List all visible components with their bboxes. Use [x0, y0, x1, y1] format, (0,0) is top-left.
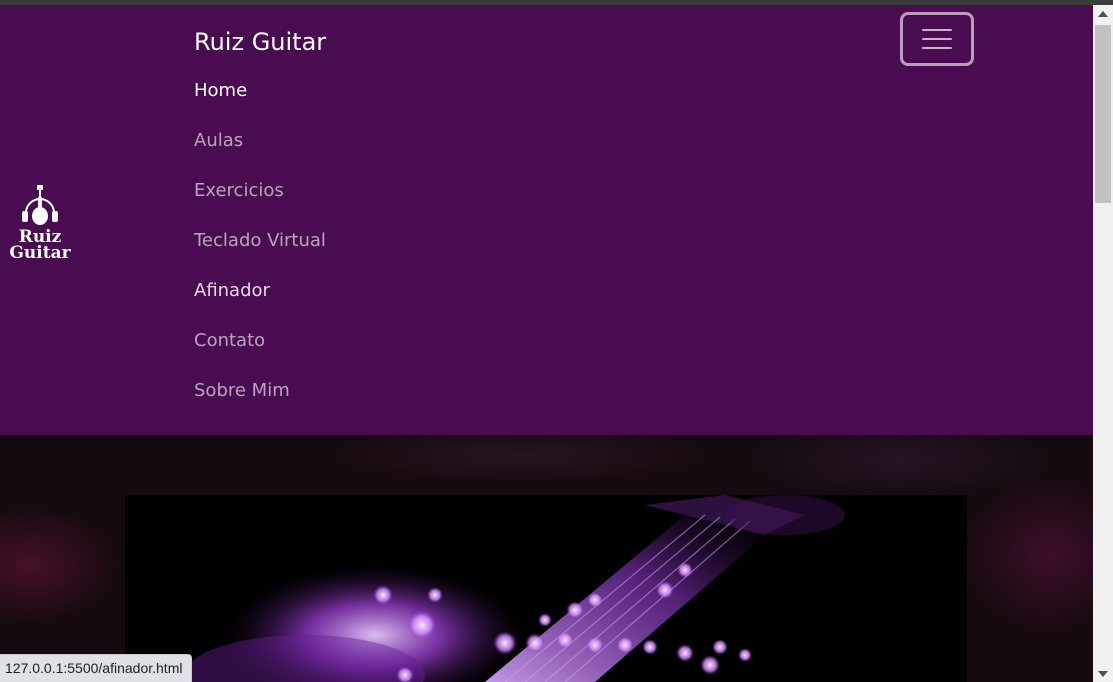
- navbar: Ruiz Guitar Ruiz Guitar Home Aulas Exerc…: [0, 5, 1093, 435]
- nav-item-sobre-mim: Sobre Mim: [194, 376, 326, 426]
- hamburger-menu-icon: [922, 29, 952, 49]
- link-status-bar: 127.0.0.1:5500/afinador.html: [0, 654, 193, 682]
- nav-item-aulas: Aulas: [194, 126, 326, 176]
- nav-item-teclado-virtual: Teclado Virtual: [194, 226, 326, 276]
- scroll-up-arrow-icon[interactable]: [1093, 5, 1113, 22]
- scrollbar-thumb[interactable]: [1095, 25, 1111, 203]
- nav-item-afinador: Afinador: [194, 276, 326, 326]
- nav-link-teclado-virtual[interactable]: Teclado Virtual: [194, 230, 326, 251]
- hero-section: [0, 435, 1093, 682]
- nav-link-exercicios[interactable]: Exercicios: [194, 180, 284, 201]
- ruiz-guitar-logo[interactable]: Ruiz Guitar: [8, 183, 72, 265]
- navbar-toggler-button[interactable]: [900, 12, 974, 66]
- guitar-bokeh-graphic: [185, 495, 845, 682]
- nav-link-contato[interactable]: Contato: [194, 330, 265, 351]
- logo-text-line2: Guitar: [9, 243, 71, 263]
- nav-item-exercicios: Exercicios: [194, 176, 326, 226]
- nav-link-sobre-mim[interactable]: Sobre Mim: [194, 380, 290, 401]
- scroll-down-arrow-icon[interactable]: [1093, 665, 1113, 682]
- nav-link-aulas[interactable]: Aulas: [194, 130, 243, 151]
- nav-link-home[interactable]: Home: [194, 80, 247, 101]
- hero-guitar-image: [125, 495, 967, 682]
- nav-menu: Home Aulas Exercicios Teclado Virtual Af…: [194, 76, 326, 426]
- nav-item-contato: Contato: [194, 326, 326, 376]
- nav-item-home: Home: [194, 76, 326, 126]
- vertical-scrollbar[interactable]: [1093, 5, 1113, 682]
- nav-link-afinador[interactable]: Afinador: [194, 280, 270, 301]
- brand-title[interactable]: Ruiz Guitar: [194, 27, 326, 57]
